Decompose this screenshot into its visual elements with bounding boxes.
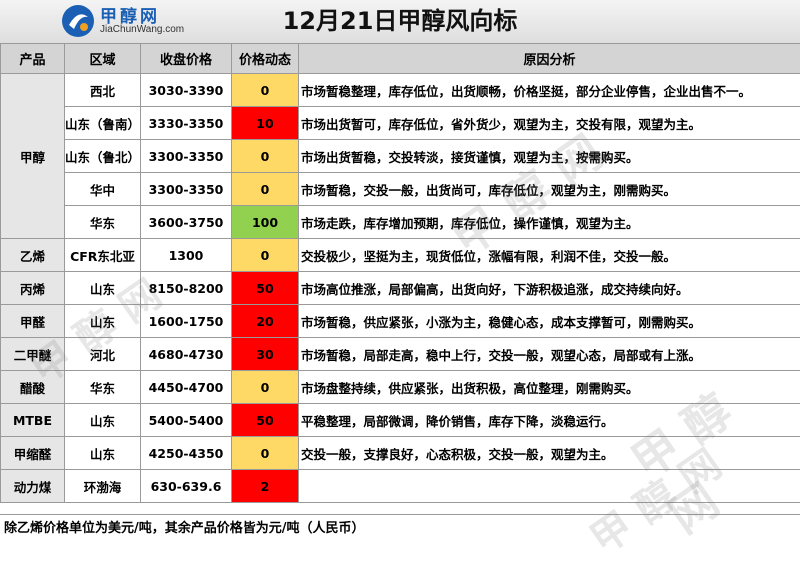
analysis-cell: 市场暂稳整理，库存低位，出货顺畅，价格坚挺，部分企业停售，企业出售不一。 [299, 74, 800, 107]
table-row: 动力煤环渤海630-639.62 [1, 470, 800, 503]
analysis-cell: 市场出货暂稳，交投转淡，接货谨慎，观望为主，按需购买。 [299, 140, 800, 173]
change-cell: 100 [232, 206, 299, 239]
analysis-cell: 市场高位推涨，局部偏高，出货向好，下游积极追涨，成交持续向好。 [299, 272, 800, 305]
price-cell: 8150-8200 [141, 272, 232, 305]
table-row: 华中3300-33500市场暂稳，交投一般，出货尚可，库存低位，观望为主，刚需购… [1, 173, 800, 206]
analysis-cell: 交投极少，坚挺为主，现货低位，涨幅有限，利润不佳，交投一般。 [299, 239, 800, 272]
table-row: 山东（鲁南）3330-335010市场出货暂可，库存低位，省外货少，观望为主，交… [1, 107, 800, 140]
price-cell: 1300 [141, 239, 232, 272]
region-cell: 山东 [65, 305, 141, 338]
product-cell: MTBE [1, 404, 65, 437]
change-cell: 0 [232, 437, 299, 470]
table-row: 山东（鲁北）3300-33500市场出货暂稳，交投转淡，接货谨慎，观望为主，按需… [1, 140, 800, 173]
change-cell: 50 [232, 272, 299, 305]
header-product: 产品 [1, 44, 65, 74]
page-title: 12月21日甲醇风向标 [0, 4, 800, 38]
price-cell: 5400-5400 [141, 404, 232, 437]
region-cell: 山东（鲁北） [65, 140, 141, 173]
region-cell: 山东 [65, 404, 141, 437]
change-cell: 50 [232, 404, 299, 437]
table-row: 二甲醚河北4680-473030市场暂稳，局部走高，稳中上行，交投一般，观望心态… [1, 338, 800, 371]
price-cell: 3030-3390 [141, 74, 232, 107]
product-cell: 醋酸 [1, 371, 65, 404]
analysis-cell: 市场盘整持续，供应紧张，出货积极，高位整理，刚需购买。 [299, 371, 800, 404]
price-cell: 3300-3350 [141, 140, 232, 173]
product-cell: 甲醛 [1, 305, 65, 338]
price-board: 甲醇网 JiaChunWang.com 12月21日甲醇风向标 产品 区域 收盘… [0, 0, 800, 547]
header-region: 区域 [65, 44, 141, 74]
header-price: 收盘价格 [141, 44, 232, 74]
region-cell: 环渤海 [65, 470, 141, 503]
change-cell: 0 [232, 140, 299, 173]
price-cell: 4450-4700 [141, 371, 232, 404]
price-table: 产品 区域 收盘价格 价格动态 原因分析 甲醇西北3030-33900市场暂稳整… [0, 43, 800, 503]
analysis-cell: 市场出货暂可，库存低位，省外货少，观望为主，交投有限，观望为主。 [299, 107, 800, 140]
table-row: 甲醇西北3030-33900市场暂稳整理，库存低位，出货顺畅，价格坚挺，部分企业… [1, 74, 800, 107]
region-cell: CFR东北亚 [65, 239, 141, 272]
table-header-row: 产品 区域 收盘价格 价格动态 原因分析 [1, 44, 800, 74]
product-cell: 二甲醚 [1, 338, 65, 371]
change-cell: 2 [232, 470, 299, 503]
price-cell: 3600-3750 [141, 206, 232, 239]
price-cell: 4680-4730 [141, 338, 232, 371]
title-bar: 甲醇网 JiaChunWang.com 12月21日甲醇风向标 [0, 0, 800, 44]
region-cell: 山东 [65, 437, 141, 470]
table-row: 醋酸华东4450-47000市场盘整持续，供应紧张，出货积极，高位整理，刚需购买… [1, 371, 800, 404]
table-row: 华东3600-3750100市场走跌，库存增加预期，库存低位，操作谨慎，观望为主… [1, 206, 800, 239]
change-cell: 0 [232, 371, 299, 404]
header-analysis: 原因分析 [299, 44, 800, 74]
analysis-cell: 市场暂稳，局部走高，稳中上行，交投一般，观望心态，局部或有上涨。 [299, 338, 800, 371]
table-row: 乙烯CFR东北亚13000交投极少，坚挺为主，现货低位，涨幅有限，利润不佳，交投… [1, 239, 800, 272]
change-cell: 10 [232, 107, 299, 140]
table-row: MTBE山东5400-540050平稳整理，局部微调，降价销售，库存下降，淡稳运… [1, 404, 800, 437]
table-row: 甲醛山东1600-175020市场暂稳，供应紧张，小涨为主，稳健心态，成本支撑暂… [1, 305, 800, 338]
product-cell: 丙烯 [1, 272, 65, 305]
price-cell: 3300-3350 [141, 173, 232, 206]
change-cell: 0 [232, 74, 299, 107]
header-change: 价格动态 [232, 44, 299, 74]
region-cell: 西北 [65, 74, 141, 107]
change-cell: 0 [232, 173, 299, 206]
table-body: 甲醇西北3030-33900市场暂稳整理，库存低位，出货顺畅，价格坚挺，部分企业… [1, 74, 800, 503]
analysis-cell: 平稳整理，局部微调，降价销售，库存下降，淡稳运行。 [299, 404, 800, 437]
price-cell: 4250-4350 [141, 437, 232, 470]
analysis-cell [299, 470, 800, 503]
region-cell: 河北 [65, 338, 141, 371]
change-cell: 0 [232, 239, 299, 272]
change-cell: 20 [232, 305, 299, 338]
product-cell: 动力煤 [1, 470, 65, 503]
analysis-cell: 市场暂稳，交投一般，出货尚可，库存低位，观望为主，刚需购买。 [299, 173, 800, 206]
table-row: 甲缩醛山东4250-43500交投一般，支撑良好，心态积极，交投一般，观望为主。 [1, 437, 800, 470]
analysis-cell: 市场暂稳，供应紧张，小涨为主，稳健心态，成本支撑暂可，刚需购买。 [299, 305, 800, 338]
change-cell: 30 [232, 338, 299, 371]
footnote: 除乙烯价格单位为美元/吨，其余产品价格皆为元/吨（人民币） [0, 514, 800, 547]
analysis-cell: 交投一般，支撑良好，心态积极，交投一般，观望为主。 [299, 437, 800, 470]
product-cell: 甲醇 [1, 74, 65, 239]
region-cell: 山东 [65, 272, 141, 305]
product-cell: 甲缩醛 [1, 437, 65, 470]
region-cell: 华中 [65, 173, 141, 206]
product-cell: 乙烯 [1, 239, 65, 272]
table-row: 丙烯山东8150-820050市场高位推涨，局部偏高，出货向好，下游积极追涨，成… [1, 272, 800, 305]
region-cell: 华东 [65, 371, 141, 404]
price-cell: 3330-3350 [141, 107, 232, 140]
region-cell: 华东 [65, 206, 141, 239]
analysis-cell: 市场走跌，库存增加预期，库存低位，操作谨慎，观望为主。 [299, 206, 800, 239]
price-cell: 630-639.6 [141, 470, 232, 503]
region-cell: 山东（鲁南） [65, 107, 141, 140]
price-cell: 1600-1750 [141, 305, 232, 338]
